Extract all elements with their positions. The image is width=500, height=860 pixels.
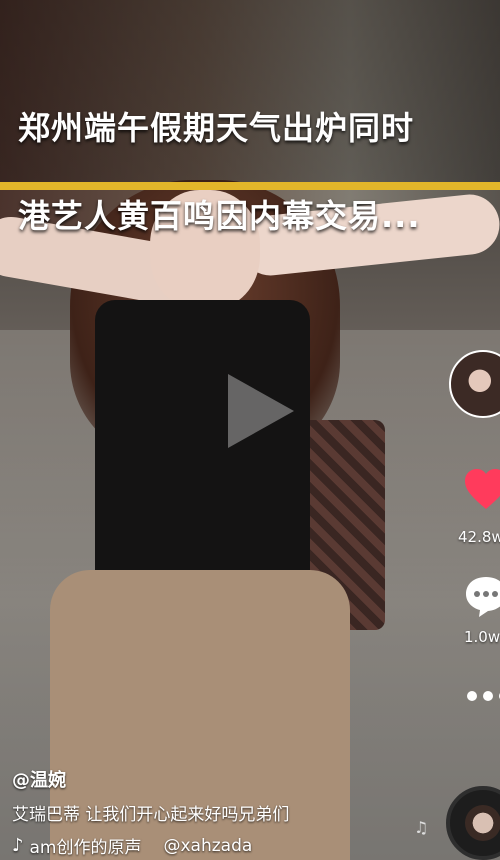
headline-title: 郑州端午假期天气出炉同时 港艺人黄百鸣因内幕交易... — [18, 62, 488, 282]
comment-icon[interactable] — [456, 572, 500, 620]
music-row[interactable]: ♪ am创作的原声 @xahzada — [12, 833, 252, 858]
floating-note-icon: ♫ — [414, 818, 429, 837]
music-disc-cover — [465, 805, 500, 841]
music-author-handle: @xahzada — [163, 835, 253, 856]
heart-icon[interactable] — [456, 466, 500, 514]
headline-line-1: 郑州端午假期天气出炉同时 — [18, 109, 415, 147]
like-count: 42.8w — [458, 528, 500, 546]
more-icon[interactable] — [458, 686, 500, 706]
comment-count: 1.0w — [464, 628, 500, 646]
music-title: am创作的原声 — [29, 838, 142, 858]
author-handle[interactable]: @温婉 — [12, 766, 66, 792]
play-icon[interactable] — [220, 366, 300, 456]
headline-banner: 郑州端午假期天气出炉同时 港艺人黄百鸣因内幕交易... — [0, 0, 500, 235]
music-note-icon: ♪ — [12, 835, 24, 856]
video-caption: 艾瑞巴蒂 让我们开心起来好吗兄弟们 — [12, 805, 290, 825]
headline-line-2: 港艺人黄百鸣因内幕交易... — [18, 197, 421, 235]
headline-divider — [0, 182, 500, 190]
